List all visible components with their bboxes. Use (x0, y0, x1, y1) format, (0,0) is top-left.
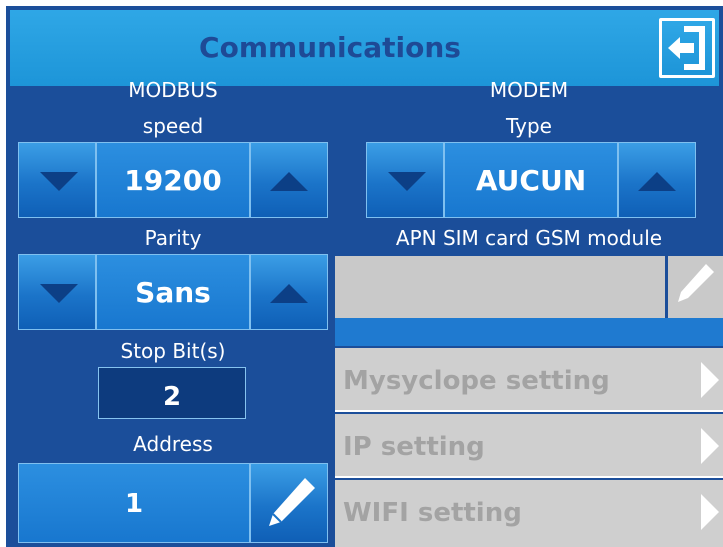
type-decrease-button[interactable] (366, 142, 444, 218)
arrow-up-icon (270, 172, 308, 191)
ip-setting-item[interactable]: IP setting (335, 414, 723, 478)
divider (335, 318, 723, 346)
type-value: AUCUN (444, 142, 618, 218)
communications-screen: Communications MODBUS speed 19200 Parity… (6, 6, 723, 547)
speed-decrease-button[interactable] (18, 142, 96, 218)
menu-item-label: Mysyclope setting (343, 366, 610, 396)
chevron-right-icon (701, 428, 719, 464)
wifi-setting-item[interactable]: WIFI setting (335, 480, 723, 547)
address-label: Address (133, 432, 213, 456)
menu-item-label: IP setting (343, 432, 485, 462)
parity-stepper: Sans (18, 254, 328, 330)
modem-section-label: MODEM (489, 78, 569, 102)
speed-stepper: 19200 (18, 142, 328, 218)
stop-bits-label: Stop Bit(s) (120, 339, 226, 363)
modbus-section-label: MODBUS (128, 78, 218, 102)
address-edit-button[interactable] (250, 463, 328, 543)
exit-button[interactable] (659, 18, 715, 78)
parity-label: Parity (144, 226, 202, 250)
type-increase-button[interactable] (618, 142, 696, 218)
chevron-right-icon (701, 494, 719, 530)
menu-item-label: WIFI setting (343, 498, 522, 528)
arrow-down-icon (40, 284, 78, 303)
pencil-icon (269, 478, 315, 526)
parity-decrease-button[interactable] (18, 254, 96, 330)
stop-bits-field[interactable]: 2 (98, 367, 246, 419)
modem-type-stepper: AUCUN (366, 142, 696, 218)
speed-label: speed (142, 114, 204, 138)
header-bar: Communications (10, 10, 719, 86)
parity-value: Sans (96, 254, 250, 330)
pencil-icon (678, 264, 714, 302)
arrow-down-icon (388, 172, 426, 191)
apn-label: APN SIM card GSM module (395, 226, 663, 250)
chevron-right-icon (701, 362, 719, 398)
exit-icon (668, 26, 705, 70)
page-title: Communications (199, 31, 461, 64)
apn-field[interactable] (335, 256, 665, 318)
parity-increase-button[interactable] (250, 254, 328, 330)
type-label: Type (506, 114, 552, 138)
arrow-down-icon (40, 172, 78, 191)
arrow-up-icon (270, 284, 308, 303)
speed-increase-button[interactable] (250, 142, 328, 218)
arrow-up-icon (638, 172, 676, 191)
apn-edit-button[interactable] (668, 256, 723, 318)
address-value: 1 (18, 463, 250, 543)
mysyclope-setting-item[interactable]: Mysyclope setting (335, 348, 723, 412)
speed-value: 19200 (96, 142, 250, 218)
